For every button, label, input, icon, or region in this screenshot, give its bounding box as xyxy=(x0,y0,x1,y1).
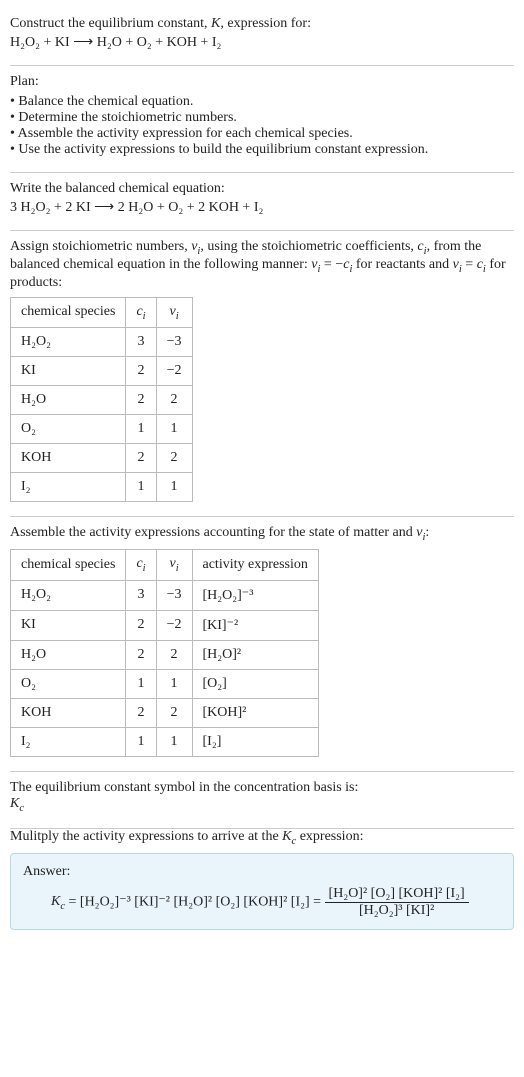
table-row: I₂11 xyxy=(11,473,193,502)
table-header-row: chemical species ci νi xyxy=(11,297,193,328)
result-section: Mulitply the activity expressions to arr… xyxy=(10,829,514,930)
stoich-intro: Assign stoichiometric numbers, νi, using… xyxy=(10,239,514,291)
activity-intro: Assemble the activity expressions accoun… xyxy=(10,525,514,543)
table-row: KI2−2 xyxy=(11,357,193,386)
balanced-eq-label: Write the balanced chemical equation: xyxy=(10,181,514,197)
kc-symbol-label: The equilibrium constant symbol in the c… xyxy=(10,780,514,796)
table-row: O₂11[O₂] xyxy=(11,669,319,698)
stoich-section: Assign stoichiometric numbers, νi, using… xyxy=(10,231,514,517)
activity-section: Assemble the activity expressions accoun… xyxy=(10,517,514,772)
plan-list: Balance the chemical equation. Determine… xyxy=(10,94,514,158)
table-row: H₂O₂3−3 xyxy=(11,328,193,357)
answer-box: Answer: Kc = [H₂O₂]⁻³ [KI]⁻² [H₂O]² [O₂]… xyxy=(10,853,514,930)
table-row: H₂O22 xyxy=(11,386,193,415)
fraction-denominator: [H₂O₂]³ [KI]² xyxy=(325,903,469,919)
result-intro: Mulitply the activity expressions to arr… xyxy=(10,829,514,847)
plan-item: Assemble the activity expression for eac… xyxy=(10,126,514,142)
kc-symbol-section: The equilibrium constant symbol in the c… xyxy=(10,772,514,829)
table-row: O₂11 xyxy=(11,415,193,444)
plan-item: Balance the chemical equation. xyxy=(10,94,514,110)
fraction-numerator: [H₂O]² [O₂] [KOH]² [I₂] xyxy=(325,886,469,903)
col-vi: νi xyxy=(156,297,192,328)
answer-lhs: Kc = [H₂O₂]⁻³ [KI]⁻² [H₂O]² [O₂] [KOH]² … xyxy=(51,894,325,909)
table-row: KI2−2[KI]⁻² xyxy=(11,610,319,640)
col-species: chemical species xyxy=(11,550,126,581)
plan-heading: Plan: xyxy=(10,74,514,90)
balanced-eq-section: Write the balanced chemical equation: 3 … xyxy=(10,173,514,231)
kc-symbol: Kc xyxy=(10,796,514,814)
prompt-section: Construct the equilibrium constant, K, e… xyxy=(10,8,514,66)
col-ci: ci xyxy=(126,550,156,581)
col-vi: νi xyxy=(156,550,192,581)
answer-equation: Kc = [H₂O₂]⁻³ [KI]⁻² [H₂O]² [O₂] [KOH]² … xyxy=(23,886,501,919)
table-row: H₂O22[H₂O]² xyxy=(11,640,319,669)
table-row: H₂O₂3−3[H₂O₂]⁻³ xyxy=(11,580,319,610)
stoich-table: chemical species ci νi H₂O₂3−3 KI2−2 H₂O… xyxy=(10,297,193,503)
col-activity: activity expression xyxy=(192,550,318,581)
table-header-row: chemical species ci νi activity expressi… xyxy=(11,550,319,581)
balanced-equation: 3 H₂O₂ + 2 KI ⟶ 2 H₂O + O₂ + 2 KOH + I₂ xyxy=(10,199,514,216)
plan-section: Plan: Balance the chemical equation. Det… xyxy=(10,66,514,173)
prompt-equation: H₂O₂ + KI ⟶ H₂O + O₂ + KOH + I₂ xyxy=(10,34,514,51)
plan-item: Use the activity expressions to build th… xyxy=(10,142,514,158)
answer-fraction: [H₂O]² [O₂] [KOH]² [I₂] [H₂O₂]³ [KI]² xyxy=(325,886,469,919)
col-ci: ci xyxy=(126,297,156,328)
plan-item: Determine the stoichiometric numbers. xyxy=(10,110,514,126)
col-species: chemical species xyxy=(11,297,126,328)
prompt-line-1: Construct the equilibrium constant, K, e… xyxy=(10,16,514,32)
table-row: KOH22[KOH]² xyxy=(11,698,319,727)
table-row: KOH22 xyxy=(11,444,193,473)
table-row: I₂11[I₂] xyxy=(11,727,319,756)
activity-table: chemical species ci νi activity expressi… xyxy=(10,549,319,757)
answer-label: Answer: xyxy=(23,864,501,880)
